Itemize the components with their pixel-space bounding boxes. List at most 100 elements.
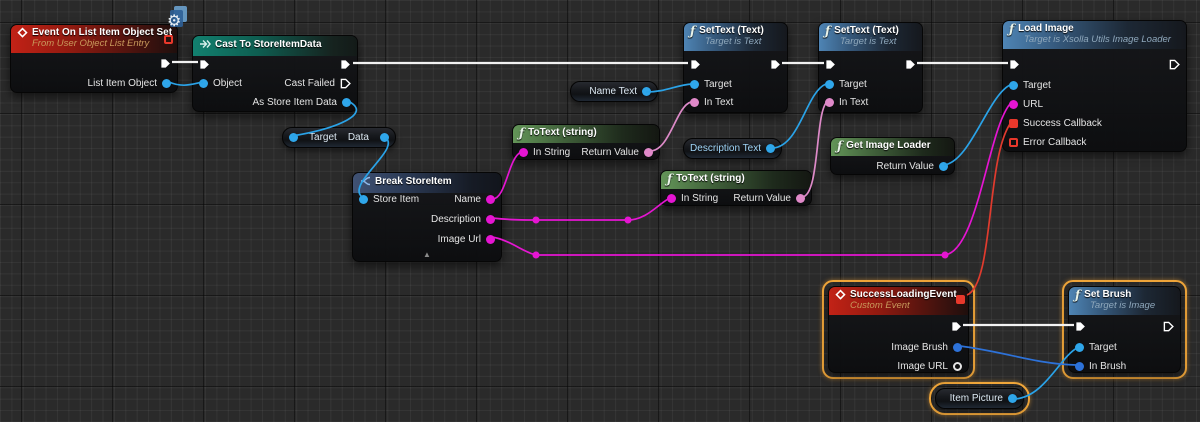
- exec-in-pin[interactable]: [1075, 318, 1086, 334]
- delegate-pin[interactable]: [1009, 119, 1018, 128]
- node-get-image-loader[interactable]: ƒ Get Image Loader Return Value: [830, 137, 955, 175]
- node-totext-name[interactable]: ƒ ToText (string) In String Return Value: [512, 124, 660, 160]
- pin-return-value[interactable]: Return Value: [581, 144, 653, 160]
- node-name-text-getter[interactable]: Name Text: [570, 81, 658, 102]
- pin-label: Error Callback: [1023, 137, 1086, 148]
- node-title: SetText (Text): [834, 25, 899, 36]
- string-pin[interactable]: [667, 194, 676, 203]
- node-event-on-list-item-object-set[interactable]: Event On List Item Object Set From User …: [10, 24, 178, 93]
- node-load-image[interactable]: ƒ Load Image Target is Xsolla Utils Imag…: [1002, 20, 1187, 152]
- exec-in-pin[interactable]: [199, 56, 210, 72]
- pin-error-callback[interactable]: Error Callback: [1009, 134, 1086, 150]
- pin-url[interactable]: URL: [1009, 96, 1043, 112]
- string-pin[interactable]: [486, 235, 495, 244]
- node-header: Cast To StoreItemData: [193, 36, 357, 56]
- object-pin[interactable]: [766, 144, 775, 153]
- pin-object[interactable]: Object: [199, 75, 242, 91]
- exec-in-pin[interactable]: [1009, 56, 1020, 72]
- text-pin[interactable]: [690, 98, 699, 107]
- object-pin[interactable]: [359, 195, 368, 204]
- pin-target[interactable]: Target: [825, 76, 867, 92]
- object-pin[interactable]: [1008, 394, 1017, 403]
- pin-image-url[interactable]: Image URL: [897, 358, 962, 374]
- node-totext-description[interactable]: ƒ ToText (string) In String Return Value: [660, 170, 812, 206]
- node-description-text-getter[interactable]: Description Text: [683, 138, 782, 159]
- node-settext-description[interactable]: ƒ SetText (Text) Target is Text Target I…: [818, 22, 923, 113]
- string-pin[interactable]: [1009, 100, 1018, 109]
- pin-in-string[interactable]: In String: [667, 190, 718, 206]
- string-pin[interactable]: [486, 195, 495, 204]
- blueprint-graph-canvas[interactable]: ⚙ Event On List Item Object Set From Use…: [0, 0, 1200, 422]
- pin-list-item-object[interactable]: List Item Object: [88, 75, 171, 91]
- pin-target[interactable]: Target: [690, 76, 732, 92]
- object-pin[interactable]: [825, 80, 834, 89]
- exec-out-pin[interactable]: [160, 55, 171, 71]
- pin-return-value[interactable]: Return Value: [733, 190, 805, 206]
- exec-out-pin[interactable]: [1163, 318, 1174, 334]
- pin-target[interactable]: Target: [1009, 77, 1051, 93]
- object-pin[interactable]: [642, 87, 651, 96]
- node-title: ToText (string): [528, 127, 597, 138]
- target-pin[interactable]: [289, 133, 298, 142]
- object-pin[interactable]: [162, 79, 171, 88]
- pin-success-callback[interactable]: Success Callback: [1009, 115, 1102, 131]
- object-pin[interactable]: [1075, 343, 1084, 352]
- pin-in-brush[interactable]: In Brush: [1075, 358, 1126, 374]
- object-pin[interactable]: [199, 79, 208, 88]
- pin-store-item[interactable]: Store Item: [359, 191, 419, 207]
- pin-name[interactable]: Name: [454, 191, 495, 207]
- pin-image-url[interactable]: Image Url: [438, 231, 495, 247]
- node-set-brush[interactable]: ƒ Set Brush Target is Image Target In Br…: [1068, 286, 1181, 373]
- text-pin[interactable]: [796, 194, 805, 203]
- exec-out-pin[interactable]: [905, 56, 916, 72]
- collapse-arrow-icon[interactable]: ▲: [353, 250, 501, 260]
- data-pin[interactable]: [380, 133, 389, 142]
- pin-image-brush[interactable]: Image Brush: [891, 339, 962, 355]
- pin-label: Image URL: [897, 361, 948, 372]
- pin-in-string[interactable]: In String: [519, 144, 570, 160]
- node-title: ToText (string): [676, 173, 745, 184]
- text-pin[interactable]: [644, 148, 653, 157]
- delegate-pin[interactable]: [956, 295, 965, 304]
- exec-in-pin[interactable]: [690, 56, 701, 72]
- pin-target[interactable]: Target: [1075, 339, 1117, 355]
- pin-label: Description: [431, 214, 481, 225]
- node-item-picture-getter[interactable]: Item Picture: [935, 388, 1024, 409]
- pin-return-value[interactable]: Return Value: [876, 158, 948, 174]
- brush-struct-pin[interactable]: [953, 343, 962, 352]
- pin-description[interactable]: Description: [431, 211, 495, 227]
- pin-label: Target: [309, 132, 337, 143]
- pin-label: Return Value: [876, 161, 934, 172]
- object-pin[interactable]: [690, 80, 699, 89]
- node-break-storeitem[interactable]: Break StoreItem Store Item Name Descript…: [352, 172, 502, 262]
- object-pin[interactable]: [1009, 81, 1018, 90]
- pin-label: In Brush: [1089, 361, 1126, 372]
- string-pin[interactable]: [486, 215, 495, 224]
- exec-out-pin[interactable]: [340, 56, 351, 72]
- text-pin[interactable]: [825, 98, 834, 107]
- pin-label: As Store Item Data: [253, 97, 337, 108]
- object-pin[interactable]: [342, 98, 351, 107]
- node-cast-to-storeitemdata[interactable]: Cast To StoreItemData Object Cast Failed…: [192, 35, 358, 112]
- delegate-pin[interactable]: [164, 35, 173, 44]
- pin-cast-failed[interactable]: Cast Failed: [284, 75, 351, 91]
- pin-label: Target: [1089, 342, 1117, 353]
- function-f-icon: ƒ: [667, 174, 672, 184]
- exec-in-pin[interactable]: [825, 56, 836, 72]
- pin-as-store-item-data[interactable]: As Store Item Data: [253, 94, 351, 110]
- object-pin[interactable]: [939, 162, 948, 171]
- pin-in-text[interactable]: In Text: [690, 94, 733, 110]
- string-pin[interactable]: [519, 148, 528, 157]
- exec-out-pin[interactable]: [770, 56, 781, 72]
- pin-in-text[interactable]: In Text: [825, 94, 868, 110]
- delegate-pin[interactable]: [1009, 138, 1018, 147]
- event-diamond-icon: [17, 27, 28, 38]
- exec-out-pin[interactable]: [1169, 56, 1180, 72]
- node-settext-name[interactable]: ƒ SetText (Text) Target is Text Target I…: [683, 22, 788, 113]
- node-get-data-compact[interactable]: Target Data: [282, 127, 396, 148]
- exec-out-pin[interactable]: [951, 318, 962, 334]
- brush-struct-pin[interactable]: [1075, 362, 1084, 371]
- string-pin[interactable]: [953, 362, 962, 371]
- pin-label: Image Url: [438, 234, 481, 245]
- node-success-loading-event[interactable]: SuccessLoadingEvent Custom Event Image B…: [828, 286, 969, 373]
